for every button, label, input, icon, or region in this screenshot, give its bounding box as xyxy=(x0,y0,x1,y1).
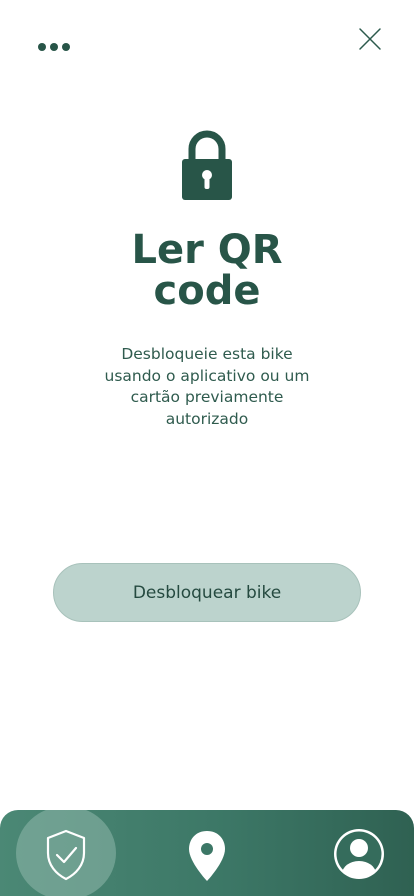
menu-dot xyxy=(50,43,58,51)
bottom-tab-bar xyxy=(0,810,414,896)
location-pin-icon[interactable] xyxy=(185,830,229,882)
unlock-bike-button[interactable]: Desbloquear bike xyxy=(53,563,361,622)
shield-check-icon[interactable] xyxy=(42,828,90,882)
close-icon[interactable] xyxy=(352,22,388,58)
lock-icon xyxy=(178,128,236,202)
menu-dot xyxy=(38,43,46,51)
menu-dot xyxy=(62,43,70,51)
page-title: Ler QR code xyxy=(131,227,283,314)
more-menu-icon[interactable] xyxy=(32,36,76,58)
page-description: Desbloqueie esta bike usando o aplicativ… xyxy=(104,345,310,428)
user-profile-icon[interactable] xyxy=(331,826,387,882)
